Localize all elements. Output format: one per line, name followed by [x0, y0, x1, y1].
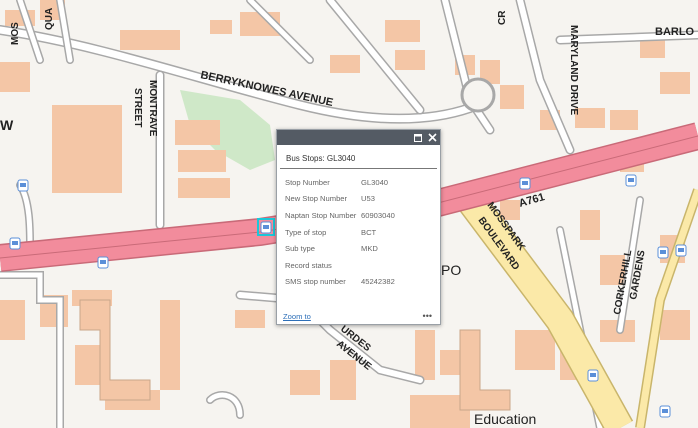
- attribute-label: Stop Number: [285, 177, 330, 187]
- bus-stop-icon[interactable]: [625, 174, 637, 187]
- popup-header: [277, 130, 440, 145]
- bus-stop-icon[interactable]: [657, 246, 669, 259]
- attribute-row: Sub type MKD: [285, 240, 395, 257]
- label-maryland: MARYLAND DRIVE: [568, 25, 579, 116]
- label-qua: QUA: [44, 8, 55, 30]
- attribute-label: Sub type: [285, 244, 315, 254]
- attribute-value: GL3040: [361, 177, 389, 187]
- bus-stop-icon[interactable]: [17, 179, 29, 192]
- attribute-row: New Stop Number U53: [285, 191, 395, 208]
- attribute-row: Stop Number GL3040: [285, 174, 395, 191]
- attribute-value: 60903040: [361, 210, 395, 220]
- attribute-value: [361, 257, 395, 274]
- b-road-east-fill: [636, 188, 698, 428]
- label-cr: CR: [497, 10, 508, 25]
- maximize-icon[interactable]: [413, 133, 423, 143]
- attribute-label: Naptan Stop Number: [285, 210, 357, 220]
- bus-stop-icon[interactable]: [675, 244, 687, 257]
- attribute-row: Type of stop BCT: [285, 224, 395, 241]
- label-mos: MOS: [10, 22, 21, 45]
- label-w: W: [0, 117, 14, 133]
- roundabout: [460, 77, 496, 113]
- bus-stop-icon[interactable]: [9, 237, 21, 250]
- label-montrave: MONTRAVE: [147, 80, 158, 137]
- more-options-button[interactable]: •••: [423, 312, 432, 321]
- bus-stop-icon[interactable]: [587, 369, 599, 382]
- popup-footer: Zoom to •••: [277, 308, 440, 324]
- label-po: PO: [441, 262, 461, 278]
- label-education: Education: [474, 411, 536, 427]
- zoom-to-link[interactable]: Zoom to: [283, 312, 311, 321]
- bus-stop-icon[interactable]: [97, 256, 109, 269]
- attribute-row: Record status: [285, 257, 395, 274]
- attribute-label: SMS stop number: [285, 277, 346, 287]
- bus-stop-popup: Bus Stops: GL3040 Stop Number GL3040 New …: [276, 129, 441, 325]
- attribute-label: New Stop Number: [285, 194, 348, 204]
- popup-title: Bus Stops: GL3040: [280, 145, 437, 169]
- attribute-value: MKD: [361, 244, 378, 254]
- attribute-row: Naptan Stop Number 60903040: [285, 207, 395, 224]
- attribute-value: U53: [361, 194, 375, 204]
- school-building-2: [459, 329, 511, 411]
- label-barlo: BARLO: [655, 26, 695, 38]
- bus-stop-icon[interactable]: [659, 405, 671, 418]
- attribute-row: SMS stop number 45242382: [285, 274, 395, 291]
- close-icon[interactable]: [427, 133, 437, 143]
- attribute-label: Type of stop: [285, 227, 327, 237]
- attribute-value: 45242382: [361, 277, 395, 287]
- label-street: STREET: [132, 88, 143, 127]
- attribute-label: Record status: [285, 260, 332, 270]
- bus-stop-icon[interactable]: [519, 177, 531, 190]
- attribute-value: BCT: [361, 227, 377, 237]
- attribute-table: Stop Number GL3040 New Stop Number U53 Nap…: [285, 174, 395, 290]
